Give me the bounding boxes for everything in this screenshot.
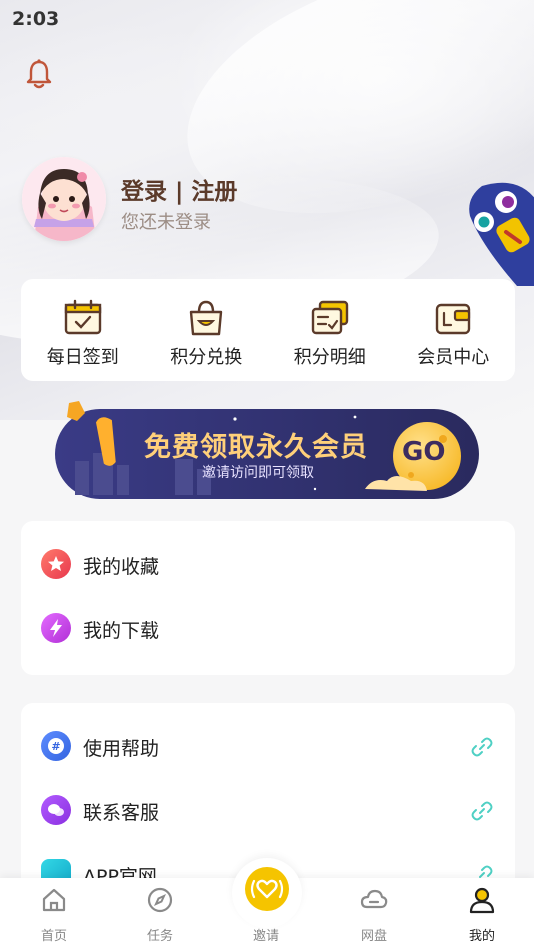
tab-label: 任务 bbox=[146, 929, 173, 944]
tab-label: 首页 bbox=[40, 929, 67, 944]
quick-label: 积分明细 bbox=[293, 347, 366, 368]
banner-go-button[interactable]: GO bbox=[402, 437, 445, 467]
quick-member-center[interactable]: 会员中心 bbox=[392, 279, 516, 381]
link-icon bbox=[471, 737, 493, 757]
list-item-downloads[interactable]: 我的下载 bbox=[21, 598, 515, 660]
shopping-bag-icon bbox=[190, 300, 223, 336]
chat-icon bbox=[41, 795, 71, 825]
link-icon bbox=[471, 801, 493, 821]
quick-points-detail[interactable]: 积分明细 bbox=[268, 279, 392, 381]
tab-home[interactable]: 首页 bbox=[14, 878, 94, 949]
status-time: 2:03 bbox=[12, 8, 60, 30]
login-register-link[interactable]: 登录 | 注册 bbox=[121, 172, 237, 206]
quick-actions-card: 每日签到 积分兑换 积分明细 会员中心 bbox=[21, 279, 515, 381]
user-icon bbox=[469, 887, 495, 914]
avatar[interactable] bbox=[22, 157, 106, 241]
list-item-contact-service[interactable]: 联系客服 bbox=[21, 780, 515, 842]
tab-tasks[interactable]: 任务 bbox=[120, 878, 200, 949]
mascot-decoration bbox=[469, 182, 534, 286]
tab-cloud-drive[interactable]: 网盘 bbox=[334, 878, 414, 949]
quick-label: 积分兑换 bbox=[170, 347, 243, 368]
quick-label: 会员中心 bbox=[417, 347, 490, 368]
tab-invite[interactable] bbox=[245, 867, 289, 911]
hash-icon: # bbox=[41, 731, 71, 761]
star-icon bbox=[41, 549, 71, 579]
cloud-icon bbox=[360, 889, 388, 909]
quick-points-exchange[interactable]: 积分兑换 bbox=[145, 279, 269, 381]
lightning-icon bbox=[41, 613, 71, 643]
bell-icon[interactable] bbox=[24, 58, 54, 90]
compass-icon bbox=[147, 887, 173, 913]
list-item-label: 联系客服 bbox=[83, 802, 160, 824]
tab-invite-label: 邀请 bbox=[252, 929, 279, 944]
tab-label: 我的 bbox=[468, 929, 495, 944]
quick-label: 每日签到 bbox=[46, 347, 119, 368]
list-item-help[interactable]: # 使用帮助 bbox=[21, 716, 515, 778]
home-icon bbox=[42, 888, 66, 912]
points-detail-icon bbox=[311, 300, 348, 335]
my-items-card: 我的收藏 我的下载 bbox=[21, 521, 515, 675]
list-item-label: 使用帮助 bbox=[83, 738, 160, 760]
list-item-favorites[interactable]: 我的收藏 bbox=[21, 534, 515, 596]
tab-label: 网盘 bbox=[360, 929, 387, 944]
invite-heart-icon bbox=[250, 879, 284, 899]
tab-mine[interactable]: 我的 bbox=[442, 878, 522, 949]
banner-title: 免费领取永久会员 bbox=[144, 432, 368, 463]
login-status-text: 您还未登录 bbox=[121, 212, 211, 233]
list-item-label: 我的收藏 bbox=[83, 556, 160, 578]
wallet-icon bbox=[436, 303, 471, 335]
banner-subtitle: 邀请访问即可领取 bbox=[202, 465, 314, 481]
svg-text:#: # bbox=[51, 740, 60, 753]
list-item-label: 我的下载 bbox=[83, 620, 160, 642]
quick-daily-checkin[interactable]: 每日签到 bbox=[21, 279, 145, 381]
calendar-check-icon bbox=[64, 299, 101, 335]
